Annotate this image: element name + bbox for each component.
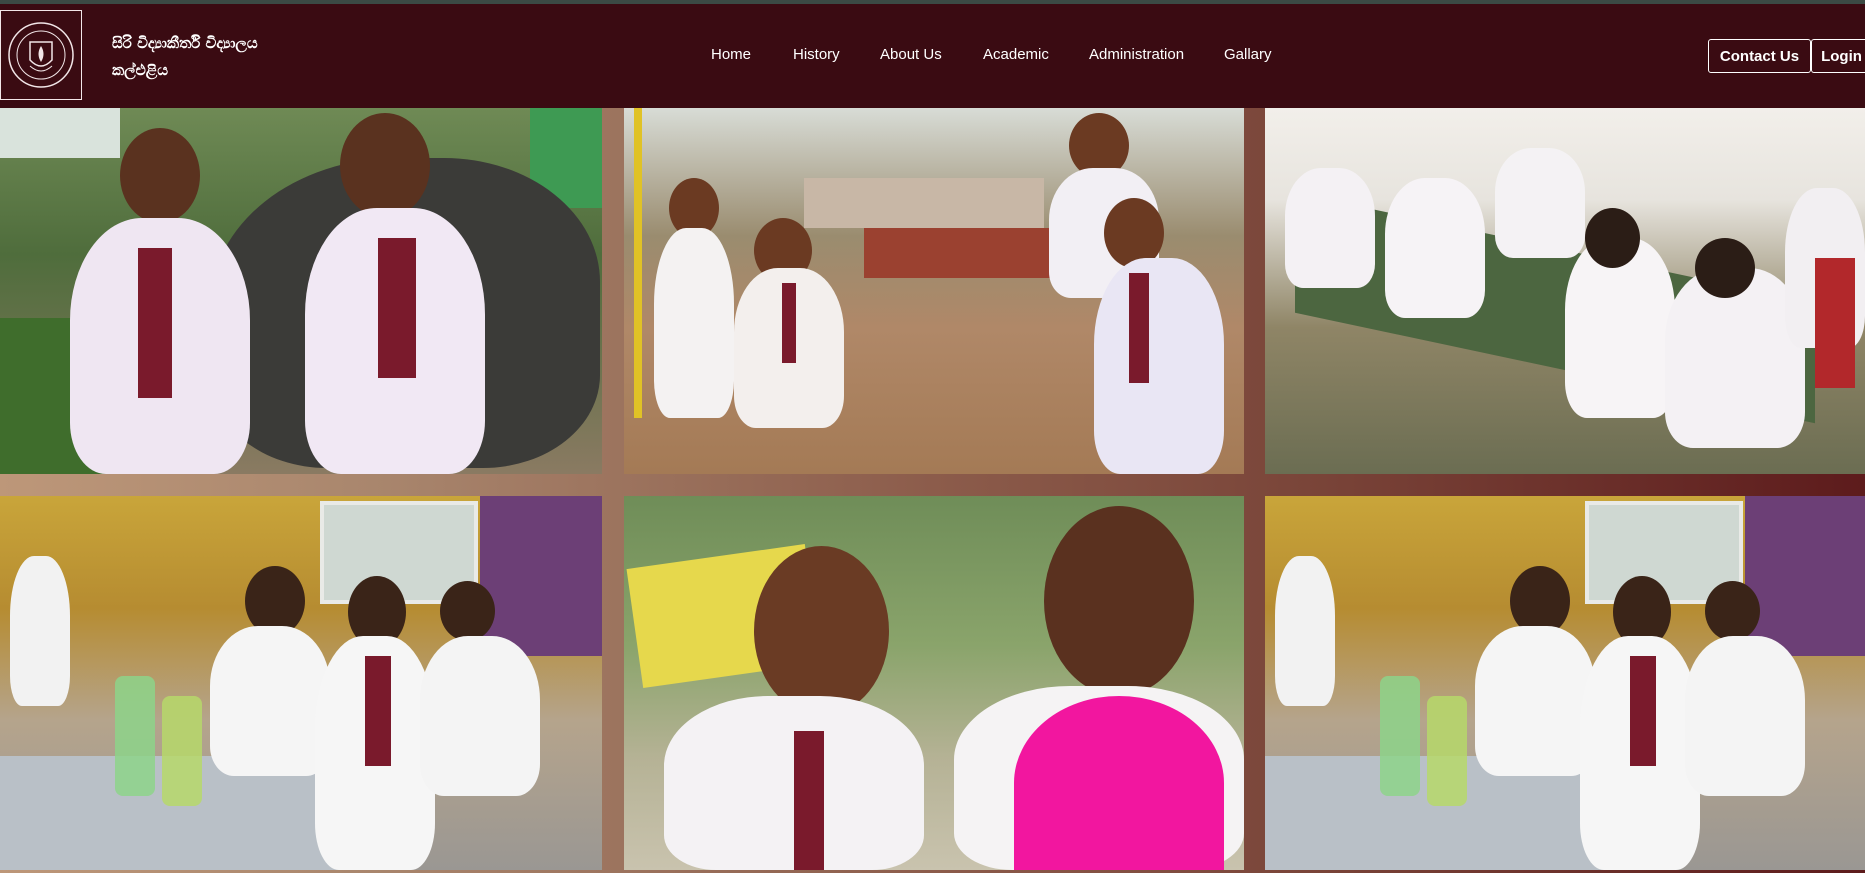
main-nav: Home History About Us Academic Administr…: [0, 4, 1865, 108]
login-button[interactable]: Login: [1811, 39, 1865, 73]
gallery-photo-1[interactable]: [0, 108, 602, 474]
gallery-photo-3[interactable]: [1265, 108, 1865, 474]
nav-administration[interactable]: Administration: [1089, 46, 1184, 63]
site-header: සිරි විද්‍යාකීර්ති විද්‍යාලය කල්එළිය Hom…: [0, 4, 1865, 108]
contact-us-button[interactable]: Contact Us: [1708, 39, 1811, 73]
nav-home[interactable]: Home: [711, 46, 751, 63]
gallery-photo-4[interactable]: [0, 496, 602, 870]
nav-gallary[interactable]: Gallary: [1224, 46, 1272, 63]
photo-gallery: [0, 108, 1865, 873]
nav-about-us[interactable]: About Us: [880, 46, 942, 63]
nav-history[interactable]: History: [793, 46, 840, 63]
nav-academic[interactable]: Academic: [983, 46, 1049, 63]
gallery-photo-6[interactable]: [1265, 496, 1865, 870]
gallery-photo-2[interactable]: [624, 108, 1244, 474]
gallery-photo-5[interactable]: [624, 496, 1244, 870]
